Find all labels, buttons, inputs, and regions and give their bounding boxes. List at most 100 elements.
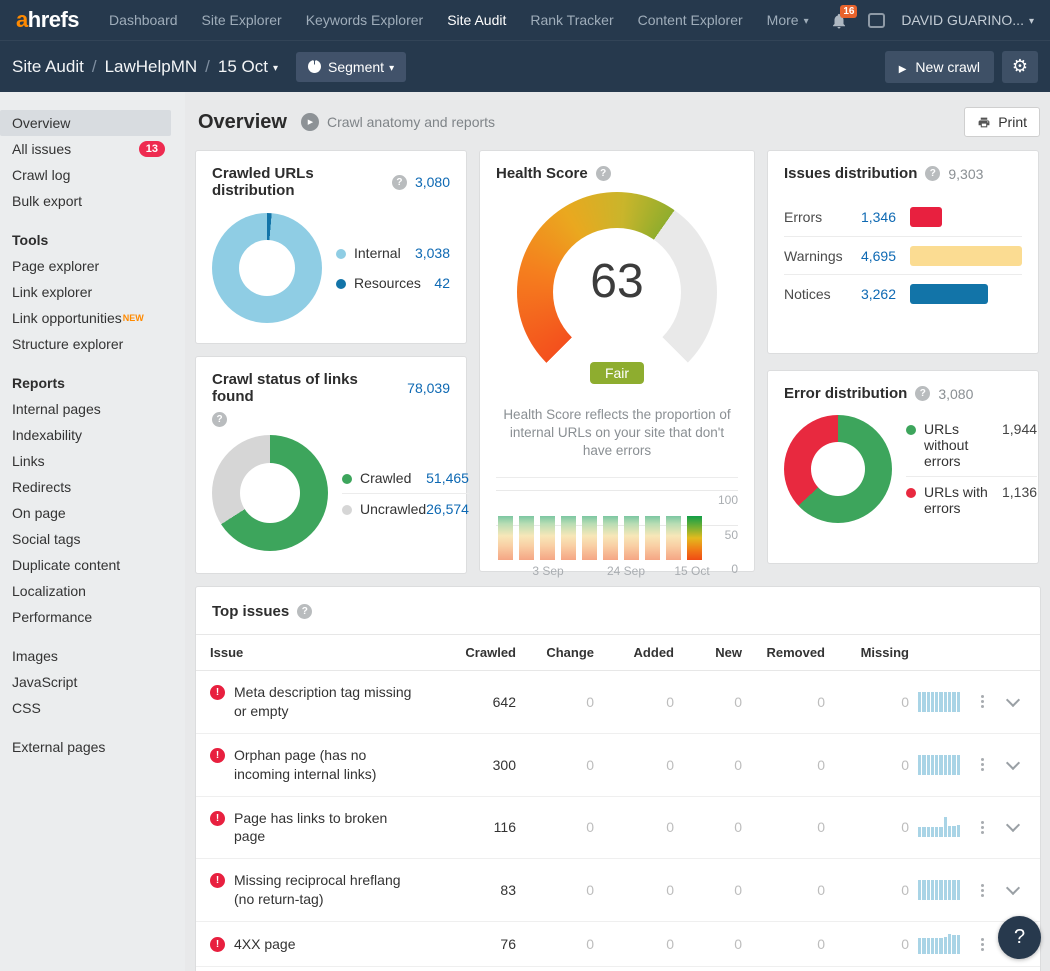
new-value: 0 [734, 819, 742, 836]
sidebar-item-bulk-export[interactable]: Bulk export [0, 188, 185, 214]
sidebar-item-page-explorer[interactable]: Page explorer [0, 253, 185, 279]
error-distribution-card: Error distribution 3,080 URLs without er… [768, 371, 1038, 563]
logo-rest: hrefs [27, 7, 80, 32]
segment-button[interactable]: Segment [296, 51, 407, 82]
sidebar-item-internal-pages[interactable]: Internal pages [0, 396, 185, 422]
nav-keywords-explorer[interactable]: Keywords Explorer [306, 12, 424, 28]
legend-value[interactable]: 42 [434, 275, 450, 291]
top-issues-card: Top issues Issue Crawled Change Added Ne… [196, 587, 1040, 971]
donut-hole [811, 441, 865, 496]
sidebar-item-performance[interactable]: Performance [0, 604, 185, 630]
nav-rank-tracker[interactable]: Rank Tracker [530, 12, 613, 28]
crawled-value: 83 [500, 882, 516, 899]
video-play-icon[interactable] [300, 113, 319, 131]
legend-value[interactable]: 26,574 [426, 501, 469, 517]
help-icon[interactable] [297, 604, 313, 619]
row-menu-kebab-icon[interactable] [981, 883, 985, 897]
issue-name[interactable]: 4XX page [234, 935, 296, 954]
crawl-status-card: Crawl status of links found 78,039 Crawl… [196, 357, 469, 573]
sidebar-item-all-issues[interactable]: All issues 13 [0, 136, 185, 162]
print-button[interactable]: Print [964, 107, 1040, 137]
issues-row-errors: Errors 1,346 [784, 198, 1022, 236]
sidebar-item-css[interactable]: CSS [0, 695, 185, 721]
row-menu-kebab-icon[interactable] [981, 820, 985, 834]
sidebar-item-social-tags[interactable]: Social tags [0, 526, 185, 552]
missing-value: 0 [901, 882, 909, 899]
sidebar-item-external-pages[interactable]: External pages [0, 734, 185, 760]
row-label: Warnings [784, 247, 843, 264]
sidebar-label: Indexability [12, 427, 83, 443]
row-menu-kebab-icon[interactable] [981, 695, 985, 709]
sidebar-item-images[interactable]: Images [0, 643, 185, 669]
legend-value: 1,136 [1002, 484, 1038, 501]
sidebar-item-link-opportunities[interactable]: Link opportunities NEW [0, 305, 185, 331]
issue-name[interactable]: Missing reciprocal hreflang (no return-t… [234, 871, 420, 909]
row-menu-kebab-icon[interactable] [981, 937, 985, 951]
topnav-right: 16 DAVID GUARINO... [830, 5, 1034, 31]
row-value[interactable]: 1,346 [848, 209, 896, 225]
row-menu-kebab-icon[interactable] [981, 758, 985, 772]
legend-value[interactable]: 51,465 [426, 470, 469, 486]
nav-dashboard[interactable]: Dashboard [109, 12, 178, 28]
user-menu[interactable]: DAVID GUARINO... [901, 12, 1034, 28]
notifications-bell-icon[interactable]: 16 [830, 5, 858, 31]
help-icon[interactable] [391, 174, 407, 190]
issue-name[interactable]: Page has links to broken page [234, 809, 420, 847]
error-distribution-donut-chart [784, 414, 892, 523]
nav-site-explorer[interactable]: Site Explorer [202, 12, 282, 28]
issue-name[interactable]: Orphan page (has no incoming internal li… [234, 746, 420, 784]
crawl-status-donut-chart [212, 435, 328, 551]
change-value: 0 [586, 882, 594, 899]
sidebar-item-duplicate-content[interactable]: Duplicate content [0, 552, 185, 578]
sidebar-item-javascript[interactable]: JavaScript [0, 669, 185, 695]
crawl-status-total[interactable]: 78,039 [407, 380, 450, 396]
table-row: Missing reciprocal hreflang (no return-t… [196, 859, 1040, 923]
breadcrumb-project[interactable]: LawHelpMN [105, 57, 198, 77]
nav-more[interactable]: More [767, 12, 809, 28]
legend-dot [342, 504, 352, 515]
row-expand-chevron-icon[interactable] [1005, 692, 1021, 707]
sidebar-item-structure-explorer[interactable]: Structure explorer [0, 331, 185, 357]
row-expand-chevron-icon[interactable] [1005, 881, 1021, 896]
crawled-value: 642 [492, 693, 516, 710]
new-crawl-button[interactable]: New crawl [884, 50, 994, 83]
warnings-bar [910, 245, 1022, 266]
sidebar-item-indexability[interactable]: Indexability [0, 422, 185, 448]
legend: Internal 3,038 Resources 42 [336, 238, 450, 298]
sidebar-item-localization[interactable]: Localization [0, 578, 185, 604]
crawl-date-dropdown[interactable]: 15 Oct [218, 57, 278, 77]
settings-gear-button[interactable] [1002, 50, 1038, 83]
all-issues-count-badge: 13 [138, 141, 165, 157]
issue-name[interactable]: Meta description tag missing or empty [234, 683, 420, 721]
row-expand-chevron-icon[interactable] [1005, 818, 1021, 833]
legend-dot [336, 279, 346, 289]
col-change: Change [546, 645, 594, 660]
table-title: Top issues [212, 603, 290, 620]
help-button[interactable] [998, 916, 1041, 959]
sidebar-item-crawl-log[interactable]: Crawl log [0, 162, 185, 188]
y-axis-label: 100 [717, 492, 738, 507]
help-icon[interactable] [925, 166, 941, 181]
nav-site-audit[interactable]: Site Audit [447, 12, 506, 28]
help-icon[interactable] [595, 166, 611, 181]
row-value[interactable]: 3,262 [848, 286, 896, 302]
row-expand-chevron-icon[interactable] [1005, 755, 1021, 770]
ahrefs-logo[interactable]: ahrefs [16, 7, 80, 33]
row-value[interactable]: 4,695 [848, 248, 896, 264]
nav-content-explorer[interactable]: Content Explorer [638, 12, 743, 28]
crawled-urls-total[interactable]: 3,080 [415, 174, 450, 190]
device-icon[interactable] [868, 12, 886, 28]
crawl-anatomy-link[interactable]: Crawl anatomy and reports [327, 114, 495, 130]
sidebar-item-on-page[interactable]: On page [0, 500, 185, 526]
breadcrumb-site-audit[interactable]: Site Audit [12, 57, 84, 77]
sidebar-item-link-explorer[interactable]: Link explorer [0, 279, 185, 305]
help-icon[interactable] [915, 386, 931, 401]
legend-item-crawled: Crawled 51,465 [342, 463, 469, 493]
sidebar-item-overview[interactable]: Overview [0, 110, 171, 136]
help-icon[interactable] [212, 412, 227, 427]
sidebar-item-redirects[interactable]: Redirects [0, 474, 185, 500]
sidebar-item-links[interactable]: Links [0, 448, 185, 474]
sidebar-label: Localization [12, 583, 86, 599]
legend-value[interactable]: 3,038 [415, 245, 450, 261]
legend-label: Internal [354, 245, 401, 261]
